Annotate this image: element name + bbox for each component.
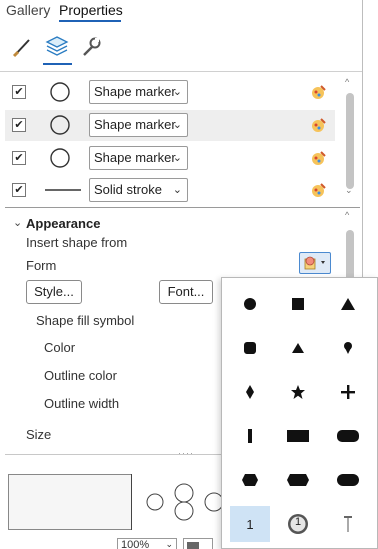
layer-checkbox[interactable]: ✔ bbox=[12, 151, 26, 165]
circle-icon bbox=[50, 115, 70, 135]
shapes-icon bbox=[304, 256, 325, 270]
preview-swatch bbox=[8, 474, 132, 530]
shape-square-icon[interactable] bbox=[278, 286, 318, 322]
palette-icon[interactable] bbox=[310, 116, 328, 134]
color-swatch bbox=[187, 542, 199, 549]
scroll-down-icon[interactable]: ⌄ bbox=[345, 185, 353, 196]
layer-checkbox[interactable]: ✔ bbox=[12, 183, 26, 197]
chevron-down-icon: ⌄ bbox=[165, 539, 173, 549]
toolbar-divider bbox=[0, 71, 362, 72]
outline-color-label: Outline color bbox=[44, 368, 117, 383]
shape-circle-icon[interactable] bbox=[230, 286, 270, 322]
shape-numbered-square[interactable]: 1 bbox=[230, 506, 270, 542]
shape-triangle-small-icon[interactable] bbox=[278, 330, 318, 366]
chevron-down-icon: ⌄ bbox=[172, 152, 182, 164]
layer-row[interactable]: ✔ Solid stroke ⌄ bbox=[5, 175, 335, 206]
insert-shape-from-label: Insert shape from bbox=[26, 235, 128, 250]
tab-gallery[interactable]: Gallery bbox=[6, 2, 50, 18]
palette-icon[interactable] bbox=[310, 181, 328, 199]
layers-scrollbar[interactable]: ^ ⌄ bbox=[343, 77, 357, 203]
shape-hexagon-icon[interactable] bbox=[230, 462, 270, 498]
numbered-circle-label: 1 bbox=[294, 516, 302, 528]
shape-fill-symbol-label: Shape fill symbol bbox=[36, 313, 135, 328]
layers-icon[interactable] bbox=[44, 33, 70, 59]
shape-pole-icon[interactable] bbox=[328, 506, 368, 542]
palette-icon[interactable] bbox=[310, 83, 328, 101]
layer-row[interactable]: ✔ Shape marker ⌄ bbox=[5, 143, 335, 174]
chevron-down-icon: ⌄ bbox=[172, 119, 182, 131]
scroll-up-icon[interactable]: ^ bbox=[345, 77, 349, 87]
palette-icon[interactable] bbox=[310, 149, 328, 167]
shape-pill-icon[interactable] bbox=[328, 462, 368, 498]
size-label: Size bbox=[26, 427, 52, 442]
layer-type-dropdown[interactable]: Shape marker ⌄ bbox=[89, 146, 188, 170]
shape-star-icon[interactable] bbox=[278, 374, 318, 410]
wrench-icon[interactable] bbox=[78, 34, 104, 60]
layer-type-dropdown[interactable]: Shape marker ⌄ bbox=[89, 113, 188, 137]
shape-rounded-square-icon[interactable] bbox=[230, 330, 270, 366]
shape-vertical-bar-icon[interactable] bbox=[230, 418, 270, 454]
circle-icon bbox=[50, 148, 70, 168]
style-button[interactable]: Style... bbox=[26, 280, 82, 304]
active-tab-indicator bbox=[59, 20, 121, 22]
shape-rounded-rectangle-icon[interactable] bbox=[328, 418, 368, 454]
scroll-thumb[interactable] bbox=[346, 93, 354, 189]
shape-diamond-icon[interactable] bbox=[230, 374, 270, 410]
shape-picker-popup: 1 1 bbox=[221, 277, 378, 549]
toolbar-active-indicator bbox=[43, 63, 72, 65]
layer-type-dropdown[interactable]: Shape marker ⌄ bbox=[89, 80, 188, 104]
outline-width-label: Outline width bbox=[44, 396, 120, 411]
scroll-up-icon[interactable]: ^ bbox=[345, 210, 349, 220]
layer-type-dropdown[interactable]: Solid stroke ⌄ bbox=[89, 178, 188, 202]
shape-pin-icon[interactable] bbox=[328, 330, 368, 366]
layer-row[interactable]: ✔ Shape marker ⌄ bbox=[5, 77, 335, 108]
circle-icon bbox=[50, 82, 70, 102]
preview-divider bbox=[131, 474, 132, 530]
background-color-dropdown[interactable] bbox=[183, 538, 213, 549]
splitter-grip-icon[interactable]: ···· bbox=[178, 448, 194, 458]
brush-icon[interactable] bbox=[9, 34, 35, 60]
preview-circles bbox=[146, 483, 224, 521]
form-label: Form bbox=[26, 258, 57, 273]
appearance-heading: Appearance bbox=[26, 216, 101, 231]
chevron-down-icon: ⌄ bbox=[172, 184, 182, 196]
shape-plus-icon[interactable] bbox=[328, 374, 368, 410]
layer-row[interactable]: ✔ Shape marker ⌄ bbox=[5, 110, 335, 141]
numbered-square-label: 1 bbox=[246, 516, 254, 532]
chevron-down-icon: ⌄ bbox=[172, 86, 182, 98]
shape-long-hexagon-icon[interactable] bbox=[278, 462, 318, 498]
shape-numbered-circle[interactable]: 1 bbox=[278, 506, 318, 542]
color-label: Color bbox=[44, 340, 76, 355]
collapse-chevron-icon[interactable]: ⌄ bbox=[13, 216, 22, 229]
form-picker-button[interactable] bbox=[299, 252, 331, 274]
solid-line-icon bbox=[45, 189, 81, 191]
font-button[interactable]: Font... bbox=[159, 280, 213, 304]
section-divider bbox=[5, 207, 360, 208]
layer-checkbox[interactable]: ✔ bbox=[12, 118, 26, 132]
layer-checkbox[interactable]: ✔ bbox=[12, 85, 26, 99]
tab-properties[interactable]: Properties bbox=[59, 2, 123, 18]
shape-rectangle-icon[interactable] bbox=[278, 418, 318, 454]
zoom-dropdown[interactable]: 100% ⌄ bbox=[117, 538, 177, 549]
shape-triangle-icon[interactable] bbox=[328, 286, 368, 322]
